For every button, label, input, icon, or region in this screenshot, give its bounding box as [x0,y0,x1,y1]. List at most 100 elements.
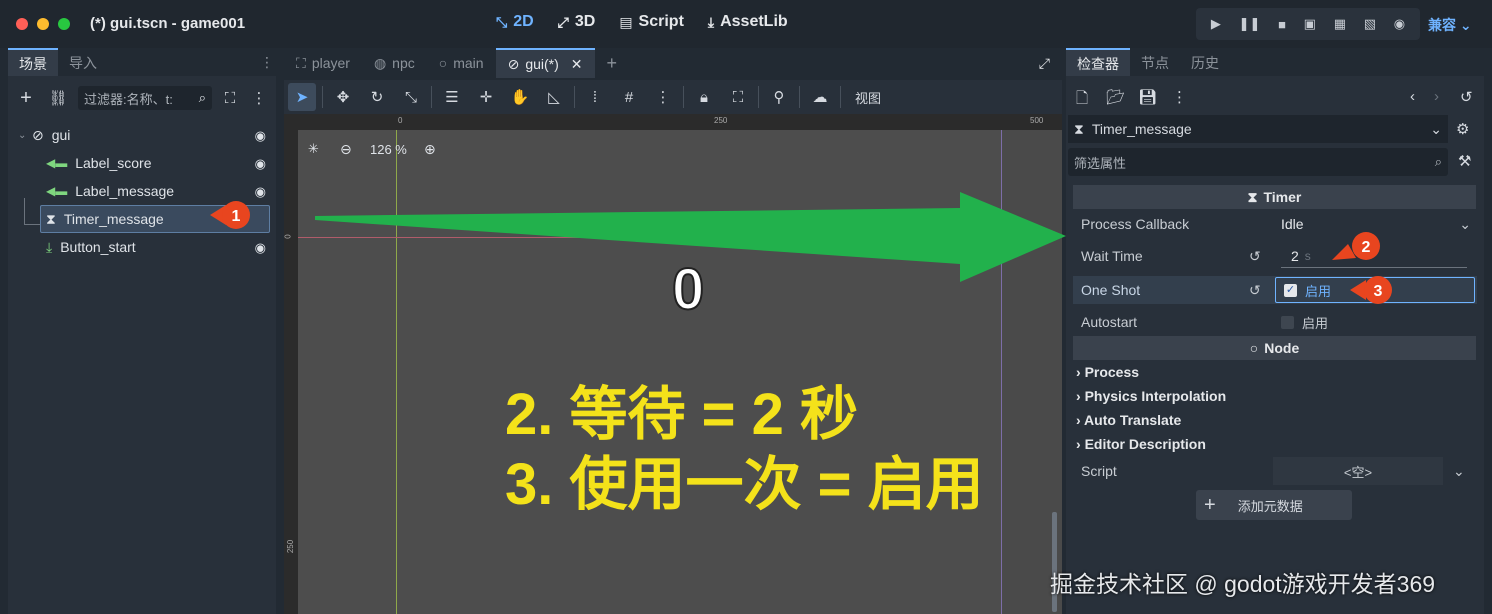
close-window-button[interactable] [16,18,28,30]
group-editor-description[interactable]: › Editor Description [1076,436,1206,452]
play-icon[interactable]: ▶ [1211,16,1221,32]
mode-3d-button[interactable]: ⤢ 3D [558,13,596,31]
minimize-window-button[interactable] [37,18,49,30]
tab-import[interactable]: 导入 [58,48,108,76]
visibility-eye-icon[interactable]: ◉ [255,156,266,172]
script-resource-picker[interactable]: <空> [1273,457,1443,485]
snap-options-icon[interactable]: ⋮ [649,83,677,111]
revert-icon[interactable]: ↺ [1249,282,1275,299]
zoom-level-label[interactable]: 126 % [370,142,407,157]
remote-debug-icon[interactable]: ▣ [1304,16,1316,32]
chevron-down-icon: ⌄ [1430,120,1442,137]
link-icon[interactable]: ⛓ [48,88,68,108]
smart-snap-icon[interactable]: ⁞ [581,83,609,111]
visibility-eye-icon[interactable]: ◉ [255,240,266,256]
mode-2d-button[interactable]: ⤡ 2D [496,13,534,31]
history-icon[interactable]: ↺ [1460,88,1473,106]
tree-item-label-score[interactable]: ◀▬ Label_score [46,150,152,176]
autostart-checkbox[interactable]: 启用 [1281,313,1328,332]
ruler-tool-icon[interactable]: ◺ [540,83,568,111]
scale-tool-icon[interactable]: ⤡ [397,83,425,111]
object-properties-icon[interactable]: ⚙ [1456,120,1469,138]
chevron-down-icon[interactable]: ⌄ [18,130,32,141]
new-resource-icon[interactable]: 🗋︎ [1076,88,1088,113]
section-timer[interactable]: ⧗ Timer [1073,185,1476,209]
tree-item-button-start[interactable]: ⤓ Button_start [46,234,136,260]
tree-item-timer-label-row: ⧗ Timer_message [46,210,164,228]
zoom-out-icon[interactable]: ⊖ [340,141,352,158]
tab-scene[interactable]: 场景 [8,48,58,76]
filter-settings-icon[interactable]: ⚒ [1458,152,1471,170]
add-metadata-button[interactable]: + 添加元数据 [1196,490,1352,520]
scene-menu-icon[interactable]: ⋮ [252,88,267,108]
tab-history[interactable]: 历史 [1180,48,1230,76]
zoom-in-icon[interactable]: ⊕ [424,141,436,158]
back-icon[interactable]: ‹ [1410,88,1415,105]
cloud-icon[interactable]: ☁ [806,83,834,111]
open-folder-icon[interactable]: 📂︎ [1106,88,1125,106]
play-scene-icon[interactable]: ▦ [1334,16,1346,32]
overlay-line-1: 2. 等待 = 2 秒 [505,382,858,447]
revert-icon[interactable]: ↺ [1249,248,1281,265]
save-icon[interactable]: 💾︎ [1138,88,1157,106]
overlay-line-2: 3. 使用一次 = 启用 [505,452,984,517]
distraction-free-icon[interactable]: ⤢ [1027,48,1062,78]
grid-snap-icon[interactable]: # [615,83,643,111]
dock-menu-icon[interactable]: ⋮ [260,54,274,71]
badge-3-number: 3 [1374,283,1383,300]
stop-icon[interactable]: ■ [1278,17,1286,32]
close-tab-icon[interactable]: ✕ [571,56,583,73]
section-node[interactable]: ○ Node [1073,336,1476,360]
play-custom-scene-icon[interactable]: ▧ [1364,16,1376,32]
forward-icon[interactable]: › [1434,88,1439,105]
visibility-eye-icon[interactable]: ◉ [255,128,266,144]
node-circle-icon: ○ [438,55,448,71]
mode-assetlib-button[interactable]: ⤓ AssetLib [708,13,788,31]
group-physics-interpolation[interactable]: › Physics Interpolation [1076,388,1226,404]
tree-item-gui[interactable]: ⌄ ⊘ gui [18,122,70,148]
select-tool-icon[interactable]: ➤ [288,83,316,111]
tab-node[interactable]: 节点 [1130,48,1180,76]
run-bar: ▶ ❚❚ ■ ▣ ▦ ▧ ◉ [1196,8,1420,40]
scene-tab-main[interactable]: ○ main [427,48,496,78]
bone-icon[interactable]: ⚲ [765,83,793,111]
group-auto-translate[interactable]: › Auto Translate [1076,412,1181,428]
node-selector[interactable]: ⧗ Timer_message ⌄ [1068,115,1448,143]
scene-filter-input[interactable]: 过滤器:名称、t: ⌕ [78,86,212,110]
node-circle-icon: ○ [1249,340,1259,356]
pause-icon[interactable]: ❚❚ [1239,16,1261,32]
checkmark-icon: ✓ [1284,283,1297,297]
timer-icon: ⧗ [1247,188,1258,205]
renderer-selector[interactable]: 兼容 ⌄ [1428,15,1472,35]
chevron-down-icon[interactable]: ⌄ [1443,463,1465,480]
add-tab-button[interactable]: + [595,48,630,78]
center-view-icon[interactable]: ✳ [308,141,319,157]
badge-1: 1 [210,201,250,229]
mode-script-button[interactable]: ▤ Script [619,13,684,31]
chevron-down-icon[interactable]: ⌄ [1459,216,1477,233]
view-menu[interactable]: 视图 [847,88,889,107]
visibility-eye-icon[interactable]: ◉ [255,184,266,200]
scene-tabs: ⛶ player ◍ npc ○ main ⊘ gui(*) ✕ + ⤢ [284,48,1062,78]
maximize-window-button[interactable] [58,18,70,30]
instance-scene-icon[interactable]: ⛶ [220,88,240,108]
move-tool-icon[interactable]: ✥ [329,83,357,111]
tree-item-label-message[interactable]: ◀▬ Label_message [46,178,174,204]
scene-tab-gui[interactable]: ⊘ gui(*) ✕ [495,48,595,78]
tree-line [24,224,40,225]
pivot-tool-icon[interactable]: ✛ [472,83,500,111]
scene-tab-player[interactable]: ⛶ player [284,48,362,78]
property-filter-input[interactable]: 筛选属性 ⌕ [1068,148,1448,176]
lock-icon[interactable]: 🔒︎ [690,83,718,111]
group-process[interactable]: › Process [1076,364,1139,380]
list-select-icon[interactable]: ☰ [438,83,466,111]
group-icon[interactable]: ⛶ [724,83,752,111]
pan-tool-icon[interactable]: ✋ [506,83,534,111]
movie-maker-icon[interactable]: ◉ [1394,16,1405,32]
rotate-tool-icon[interactable]: ↻ [363,83,391,111]
tab-inspector[interactable]: 检查器 [1066,48,1130,76]
add-node-button[interactable]: + [16,87,36,109]
scene-tab-npc[interactable]: ◍ npc [362,48,427,78]
scene-dock: 场景 导入 ⋮ + ⛓ 过滤器:名称、t: ⌕ ⛶ ⋮ ⌄ ⊘ gui ◉ ◀▬… [8,48,276,614]
inspector-menu-icon[interactable]: ⋮ [1172,88,1187,106]
